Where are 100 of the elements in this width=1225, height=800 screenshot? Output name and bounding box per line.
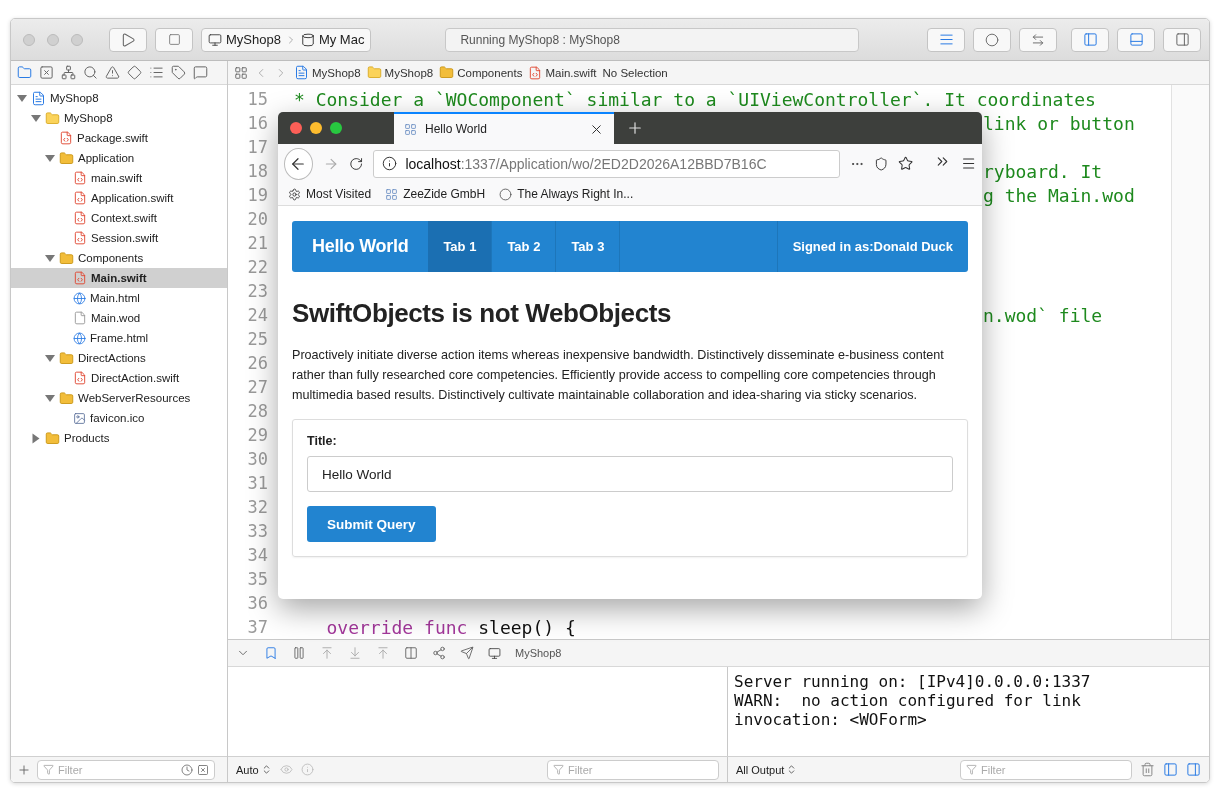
navigator-item[interactable]: Application.swift — [11, 188, 227, 208]
brand-link[interactable]: Hello World — [292, 221, 429, 272]
bookmark-link[interactable]: ZeeZide GmbH — [385, 187, 486, 201]
right-panel-icon — [1174, 32, 1190, 47]
arrows-icon[interactable] — [1031, 32, 1045, 47]
breadcrumb-item[interactable]: Main.swift — [528, 65, 597, 80]
navigator-item[interactable]: Main.wod — [11, 308, 227, 328]
disclosure-triangle-icon[interactable] — [17, 94, 27, 102]
navigator-item[interactable]: Main.swift — [11, 268, 227, 288]
nav-tab[interactable]: Tab 3 — [556, 221, 621, 272]
close-button[interactable] — [290, 122, 302, 134]
breadcrumb-item[interactable]: Components — [439, 65, 523, 80]
step-out-icon[interactable] — [376, 646, 390, 660]
run-button[interactable] — [109, 27, 147, 52]
bookmark-link[interactable]: Most Visited — [288, 187, 372, 201]
browser-tab[interactable]: Hello World — [394, 112, 614, 144]
zoom-button[interactable] — [330, 122, 342, 134]
square-x-icon[interactable] — [39, 65, 54, 80]
submit-button[interactable]: Submit Query — [307, 506, 436, 542]
navigator-item[interactable]: Context.swift — [11, 208, 227, 228]
lines-icon[interactable] — [938, 32, 954, 47]
breadcrumb-item[interactable]: MyShop8 — [294, 65, 361, 80]
navigator-item[interactable]: Application — [11, 148, 227, 168]
new-tab-icon[interactable] — [626, 119, 644, 137]
clock-icon[interactable] — [181, 763, 193, 776]
site-icon — [499, 187, 513, 201]
breadcrumb-item[interactable]: No Selection — [602, 66, 668, 79]
filter-icon — [966, 764, 977, 775]
square-x-icon[interactable] — [197, 763, 209, 776]
terminal-icon — [208, 32, 222, 47]
step-into-icon[interactable] — [348, 646, 362, 660]
assistant-editor-button[interactable] — [973, 27, 1011, 52]
speech-bubble-icon[interactable] — [193, 65, 208, 80]
minimize-button[interactable] — [310, 122, 322, 134]
circles-icon[interactable] — [985, 32, 999, 47]
navigator-item[interactable]: Components — [11, 248, 227, 268]
play-icon[interactable] — [120, 31, 136, 48]
folder-icon — [59, 390, 74, 406]
hierarchy-icon[interactable] — [61, 65, 76, 80]
bookmark-link[interactable]: The Always Right In... — [499, 187, 634, 201]
swift-file-icon — [73, 271, 87, 285]
breakpoint-icon[interactable] — [264, 646, 278, 660]
navigator-item[interactable]: DirectActions — [11, 348, 227, 368]
image-file-icon — [73, 411, 86, 425]
folder-icon[interactable] — [17, 65, 32, 80]
line-number: 25 — [246, 329, 268, 349]
address-field[interactable]: localhost:1337/Application/wo/2ED2D2026A12BBD7B16C — [373, 149, 840, 178]
line-number: 18 — [246, 161, 268, 181]
warning-icon[interactable] — [105, 65, 120, 80]
list-icon[interactable] — [149, 65, 164, 80]
navigator-item[interactable]: DirectAction.swift — [11, 368, 227, 388]
navigator-item[interactable]: Frame.html — [11, 328, 227, 348]
navigator-item[interactable]: Package.swift — [11, 128, 227, 148]
project-file-icon — [294, 65, 309, 80]
nav-tab[interactable]: Tab 1 — [428, 221, 493, 272]
left-panel-icon[interactable] — [1163, 762, 1178, 777]
navigator-item[interactable]: Products — [11, 428, 227, 448]
stop-button[interactable] — [155, 27, 193, 52]
navigator-item[interactable]: Main.html — [11, 288, 227, 308]
step-over-icon[interactable] — [320, 646, 334, 660]
scheme-selector[interactable]: MyShop8 My Mac — [201, 27, 372, 52]
filter-icon — [43, 764, 54, 775]
add-icon[interactable] — [17, 762, 31, 777]
menu-icon[interactable] — [960, 155, 976, 172]
location-icon[interactable] — [460, 646, 474, 660]
title-input[interactable]: Hello World — [307, 456, 953, 492]
process-label: MyShop8 — [515, 647, 562, 659]
stop-icon[interactable] — [167, 33, 181, 46]
html-file-icon — [73, 331, 86, 345]
reload-icon[interactable] — [349, 155, 364, 172]
pause-icon[interactable] — [292, 646, 306, 660]
grid-icon[interactable] — [234, 65, 248, 80]
variables-mode-selector[interactable]: Auto — [236, 763, 272, 776]
star-icon[interactable] — [898, 155, 914, 172]
breadcrumb-item[interactable]: MyShop8 — [366, 65, 434, 80]
diamond-icon[interactable] — [127, 65, 142, 80]
navigator-item[interactable]: main.swift — [11, 168, 227, 188]
inspector-toggle[interactable] — [1163, 27, 1201, 52]
swift-file-icon — [73, 371, 87, 385]
navigator-toggle[interactable] — [1071, 27, 1109, 52]
debug-area-toggle[interactable] — [1117, 27, 1155, 52]
body-paragraph: Proactively initiate diverse action items whereas inexpensive bandwidth. Distinctively disseminate e-business content rather than fully researched core competencies. Efficiently provide access to compelling core competencies through multimedia based results. Distinctively cultivate maintainable collaboration and idea-sharing via sticky scenarios. — [292, 347, 945, 404]
trash-icon[interactable] — [1140, 762, 1155, 777]
left-panel-icon — [1082, 32, 1098, 47]
tag-icon[interactable] — [171, 65, 186, 80]
navigator-item[interactable]: Session.swift — [11, 228, 227, 248]
navigator-item[interactable]: WebServerResources — [11, 388, 227, 408]
memory-graph-icon[interactable] — [432, 646, 446, 660]
right-panel-icon[interactable] — [1186, 762, 1201, 777]
standard-editor-button[interactable] — [927, 27, 965, 52]
output-mode-selector[interactable]: All Output — [736, 763, 798, 776]
navigator-item[interactable]: MyShop8 — [11, 88, 227, 108]
disclosure-triangle-icon[interactable] — [32, 433, 40, 443]
version-editor-button[interactable] — [1019, 27, 1057, 52]
nav-tab[interactable]: Tab 2 — [492, 221, 557, 272]
navigator-item[interactable]: MyShop8 — [11, 108, 227, 128]
search-icon[interactable] — [83, 65, 98, 80]
view-hierarchy-icon[interactable] — [404, 646, 418, 660]
navigator-item[interactable]: favicon.ico — [11, 408, 227, 428]
back-button[interactable] — [284, 147, 313, 180]
